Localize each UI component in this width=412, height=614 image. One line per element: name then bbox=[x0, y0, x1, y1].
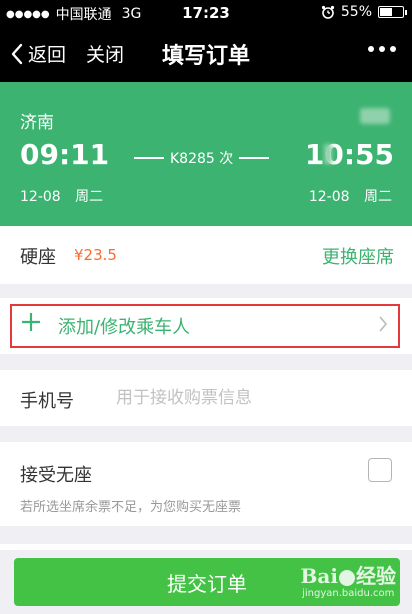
more-dot bbox=[368, 46, 374, 52]
arrival-time-redaction bbox=[324, 144, 332, 164]
departure-date: 12-08 周二 bbox=[20, 186, 103, 206]
departure-time: 09:11 bbox=[20, 138, 110, 171]
submit-order-label: 提交订单 bbox=[167, 571, 247, 596]
ticket-price: ¥23.5 bbox=[74, 246, 117, 264]
back-button[interactable]: 返回 bbox=[10, 40, 66, 67]
accept-no-seat-row: 接受无座 若所选坐席余票不足，为您购买无座票 bbox=[0, 442, 412, 526]
more-dot bbox=[390, 46, 396, 52]
phone-input[interactable] bbox=[116, 382, 386, 414]
departure-station: 济南 bbox=[20, 113, 54, 133]
baidu-jingyan-watermark: Bai 经验 jingyan.baidu.com bbox=[301, 566, 396, 599]
arrival-date: 12-08 周二 bbox=[309, 186, 392, 206]
accept-no-seat-checkbox[interactable] bbox=[368, 458, 392, 482]
more-dot bbox=[379, 46, 385, 52]
battery-percent: 55% bbox=[340, 4, 372, 20]
add-passenger-row[interactable]: 添加/修改乘车人 bbox=[0, 298, 412, 354]
battery-fill bbox=[380, 8, 393, 16]
paw-icon bbox=[339, 569, 355, 586]
train-number: K8285 次 bbox=[134, 148, 270, 168]
phone-label: 手机号 bbox=[20, 391, 74, 412]
plus-icon bbox=[22, 313, 40, 331]
arrival-weekday: 周二 bbox=[364, 189, 392, 205]
departure-date-value: 12-08 bbox=[20, 189, 61, 205]
seat-type: 硬座 bbox=[20, 247, 56, 268]
status-bar: ●●●●● 中国联通 3G 17:23 55% bbox=[0, 0, 412, 26]
watermark-site: jingyan.baidu.com bbox=[302, 588, 395, 599]
more-menu-icon[interactable] bbox=[368, 46, 396, 52]
arrival-time: 10:55 bbox=[304, 138, 394, 171]
battery-icon bbox=[378, 6, 407, 18]
back-label: 返回 bbox=[28, 44, 67, 66]
accept-no-seat-description: 若所选坐席余票不足，为您购买无座票 bbox=[20, 500, 242, 515]
add-passenger-label: 添加/修改乘车人 bbox=[58, 317, 191, 338]
change-seat-button[interactable]: 更换座席 bbox=[322, 243, 394, 269]
phone-row: 手机号 bbox=[0, 370, 412, 426]
train-info-card: 济南 09:11 K8285 次 10:55 12-08 周二 12-08 周二 bbox=[0, 82, 412, 226]
section-divider bbox=[0, 544, 412, 550]
close-button[interactable]: 关闭 bbox=[86, 40, 124, 67]
connector-line bbox=[134, 157, 164, 159]
chevron-left-icon bbox=[11, 43, 23, 64]
arrival-station-redacted bbox=[360, 108, 390, 124]
watermark-brand-right: 经验 bbox=[356, 564, 396, 588]
chevron-right-icon bbox=[379, 316, 388, 332]
seat-row: 硬座 ¥23.5 更换座席 bbox=[0, 226, 412, 284]
train-number-label: K8285 次 bbox=[170, 151, 234, 167]
status-right: 55% bbox=[321, 4, 407, 20]
arrival-date-value: 12-08 bbox=[308, 189, 350, 205]
alarm-icon bbox=[321, 5, 334, 19]
watermark-brand-left: Bai bbox=[300, 564, 338, 588]
nav-bar: 返回 关闭 填写订单 bbox=[0, 26, 412, 82]
departure-weekday: 周二 bbox=[75, 189, 104, 205]
watermark-brand: Bai 经验 bbox=[301, 566, 396, 586]
connector-line bbox=[239, 157, 270, 159]
accept-no-seat-label: 接受无座 bbox=[20, 465, 92, 486]
